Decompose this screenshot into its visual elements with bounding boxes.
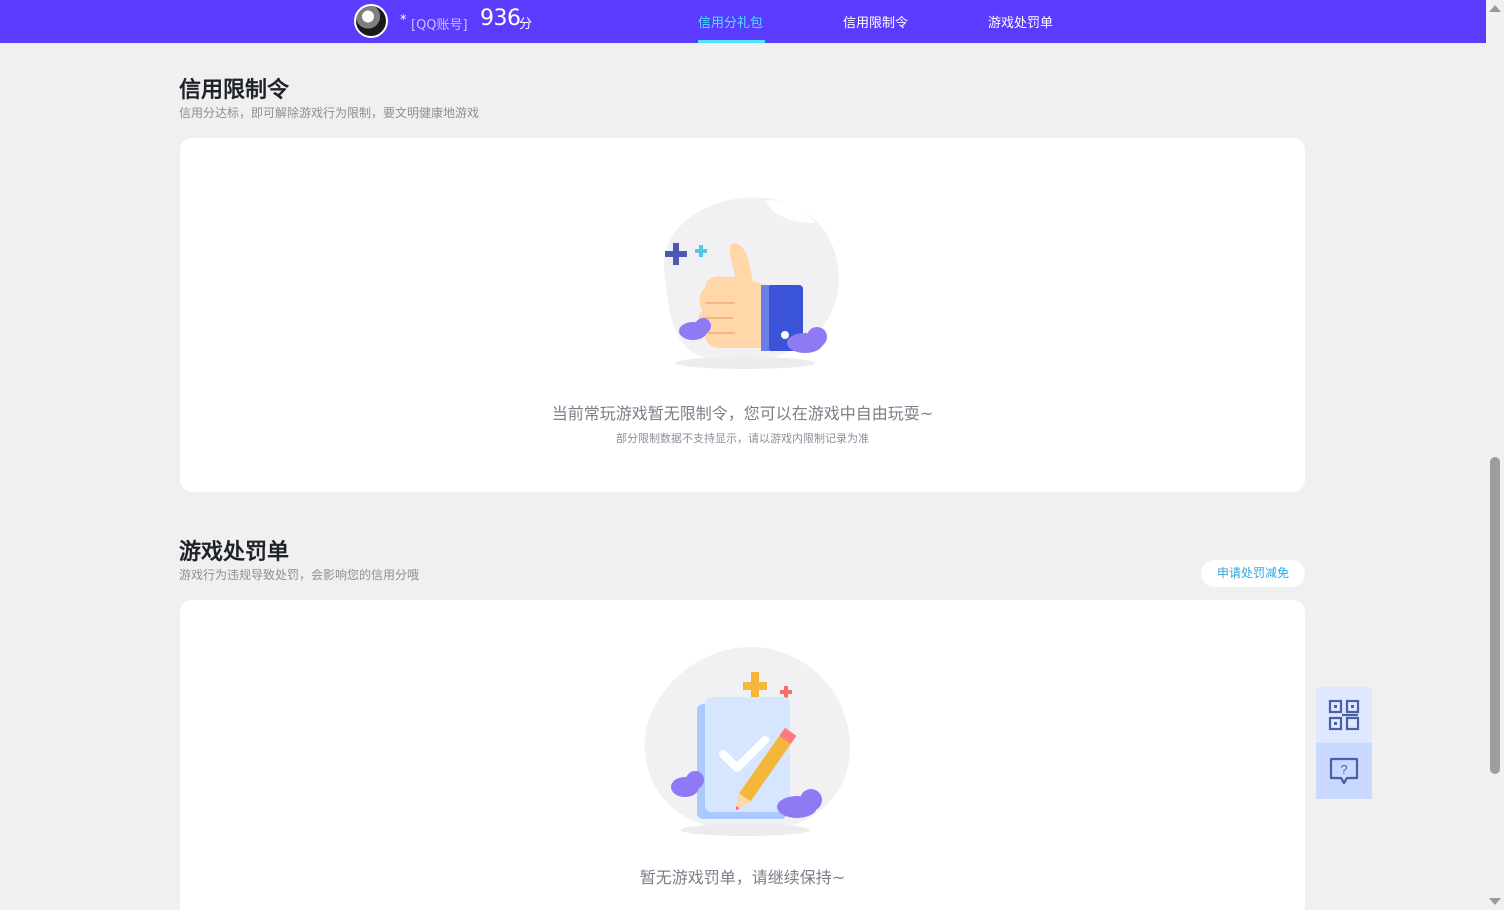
account-name-masked: * <box>400 13 407 28</box>
nav-tab-restriction[interactable]: 信用限制令 <box>843 12 908 31</box>
scrollbar-thumb[interactable] <box>1490 457 1500 774</box>
help-chat-icon: ? <box>1329 757 1359 785</box>
penalty-section-title: 游戏处罚单 <box>179 540 290 565</box>
scroll-up-arrow-icon[interactable] <box>1489 5 1501 12</box>
penalty-section-subtitle: 游戏行为违规导致处罚，会影响您的信用分哦 <box>179 568 420 582</box>
vertical-scrollbar[interactable] <box>1486 0 1504 910</box>
apply-penalty-reduction-button[interactable]: 申请处罚减免 <box>1201 560 1305 587</box>
penalty-empty-message: 暂无游戏罚单，请继续保持~ <box>639 868 846 887</box>
restriction-section-title: 信用限制令 <box>179 78 290 103</box>
credit-score-unit: 分 <box>519 17 533 32</box>
thumbs-up-illustration <box>663 197 839 369</box>
restriction-empty-note: 部分限制数据不支持显示，请以游戏内限制记录为准 <box>616 432 869 445</box>
account-type-label: [QQ账号] <box>411 18 468 33</box>
clipboard-check-illustration <box>644 647 850 836</box>
credit-score-value: 936 <box>480 6 521 31</box>
nav-tab-penalty[interactable]: 游戏处罚单 <box>988 12 1053 31</box>
page: * [QQ账号] 936 分 信用分礼包 信用限制令 游戏处罚单 信用限制令 信… <box>0 0 1504 910</box>
top-nav-bar: * [QQ账号] 936 分 信用分礼包 信用限制令 游戏处罚单 <box>0 0 1486 43</box>
penalty-card: 暂无游戏罚单，请继续保持~ <box>180 600 1305 910</box>
restriction-card: 当前常玩游戏暂无限制令，您可以在游戏中自由玩耍~ 部分限制数据不支持显示，请以游… <box>180 138 1305 492</box>
nav-active-indicator <box>698 40 765 43</box>
avatar[interactable] <box>354 4 388 38</box>
qr-code-icon <box>1328 699 1360 731</box>
svg-text:?: ? <box>1340 762 1347 777</box>
restriction-section-subtitle: 信用分达标，即可解除游戏行为限制，要文明健康地游戏 <box>179 106 480 120</box>
help-feedback-button[interactable]: ? <box>1316 743 1372 799</box>
qr-code-button[interactable] <box>1316 687 1372 743</box>
scroll-down-arrow-icon[interactable] <box>1489 898 1501 905</box>
nav-tab-credit-gift[interactable]: 信用分礼包 <box>698 12 763 31</box>
restriction-empty-message: 当前常玩游戏暂无限制令，您可以在游戏中自由玩耍~ <box>551 404 934 423</box>
